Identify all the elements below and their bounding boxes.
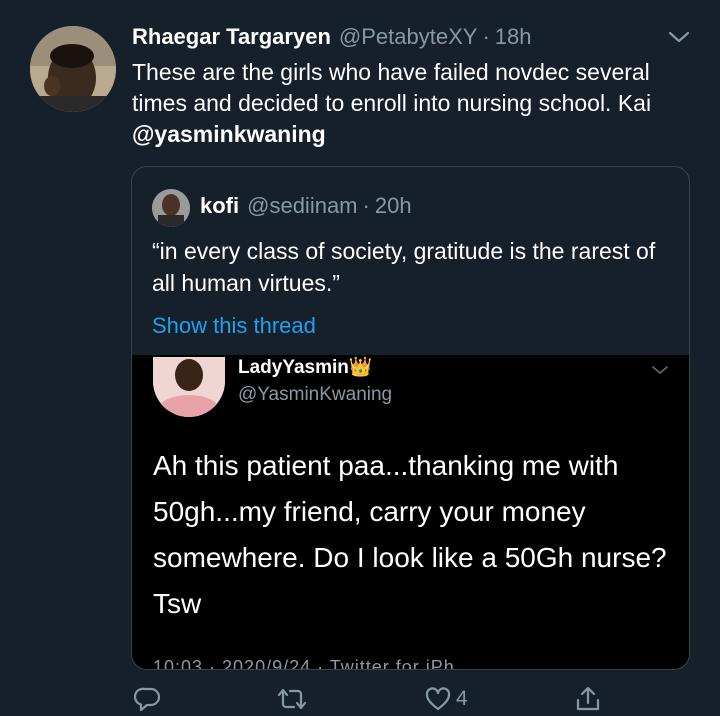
quoted-header: kofi @sediinam · 20h [200, 191, 412, 221]
separator-dot: · [362, 193, 370, 218]
chevron-down-icon[interactable] [666, 28, 692, 46]
author-name[interactable]: Rhaegar Targaryen [132, 22, 331, 52]
reply-button[interactable] [134, 684, 162, 714]
screenshot-avatar [153, 357, 225, 417]
show-thread-link[interactable]: Show this thread [152, 311, 316, 341]
tweet-text: These are the girls who have failed novd… [132, 57, 692, 150]
tweet-body: These are the girls who have failed novd… [132, 59, 652, 116]
like-count: 4 [456, 687, 468, 710]
mention-link[interactable]: @yasminkwaning [132, 121, 326, 147]
separator-dot: · [482, 24, 490, 49]
share-icon [576, 686, 600, 711]
chevron-down-icon [650, 363, 670, 377]
quoted-time: 20h [374, 193, 412, 218]
screenshot-author-handle: @YasminKwaning [238, 384, 393, 405]
attached-image[interactable]: LadyYasmin👑 @YasminKwaning Ah this patie… [132, 355, 689, 669]
quoted-avatar [152, 189, 190, 227]
reply-icon [134, 687, 161, 712]
user-avatar[interactable] [30, 26, 116, 112]
share-button[interactable] [574, 684, 602, 714]
quoted-author-handle: @sediinam [247, 193, 358, 218]
tweet-header: Rhaegar Targaryen @PetabyteXY · 18h [132, 22, 531, 52]
avatar-image [30, 26, 116, 112]
like-button[interactable]: 4 [424, 684, 468, 714]
like-icon [425, 687, 451, 711]
quoted-author-name: kofi [200, 193, 240, 218]
retweet-button[interactable] [276, 684, 308, 714]
screenshot-author-name: LadyYasmin👑 [238, 355, 373, 381]
screenshot-footer: 10:03 · 2020/9/24 · Twitter for iPh [153, 657, 455, 669]
tweet-actions: 4 [0, 676, 720, 716]
quoted-tweet-card[interactable]: kofi @sediinam · 20h “in every class of … [131, 166, 690, 670]
quoted-text: “in every class of society, gratitude is… [152, 238, 656, 296]
screenshot-name-text: LadyYasmin [238, 357, 349, 378]
screenshot-text: Ah this patient paa...thanking me with 5… [153, 450, 667, 619]
crown-icon: 👑 [348, 357, 373, 378]
tweet-time[interactable]: 18h [495, 22, 532, 52]
author-handle[interactable]: @PetabyteXY [339, 22, 478, 52]
retweet-icon [277, 688, 307, 710]
